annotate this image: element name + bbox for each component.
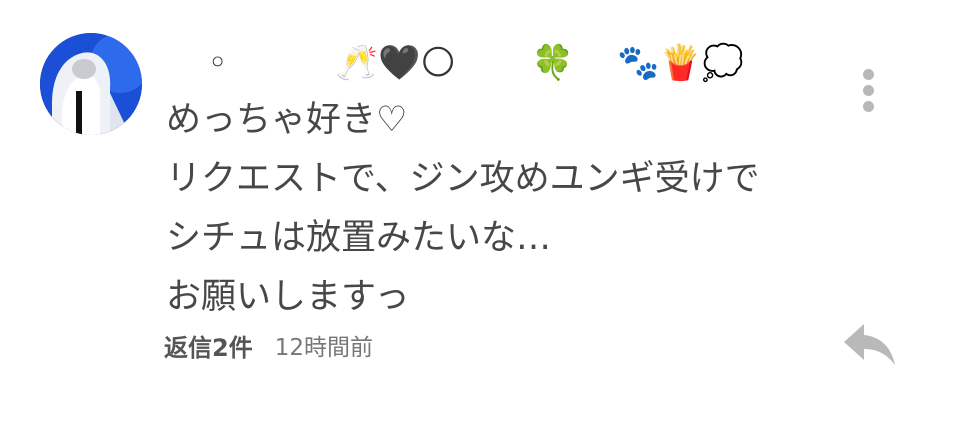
more-vertical-icon	[863, 69, 874, 80]
view-replies-link[interactable]: 返信2件	[164, 328, 253, 363]
comment-body: めっちゃ好き♡ リクエストで、ジン攻めユンギ受けで シチュは放置みたいな… お願…	[166, 98, 846, 334]
comment-text-line: お願いしますっ	[166, 277, 410, 317]
more-vertical-icon-dot-middle	[863, 85, 874, 96]
comment-footer: 返信2件 12時間前	[164, 327, 373, 363]
comment-text-line: リクエストで、ジン攻めユンギ受けで	[166, 159, 760, 199]
comment-text-line: めっちゃ好き♡	[166, 100, 408, 140]
username[interactable]: ◦ 🥂🖤🌕 🍀 🐾🍟💭	[186, 38, 744, 88]
more-options-button[interactable]	[856, 66, 882, 114]
comment-item: ◦ 🥂🖤🌕 🍀 🐾🍟💭 めっちゃ好き♡ リクエストで、ジン攻めユンギ受けで シチ…	[0, 0, 960, 426]
reply-arrow-icon	[844, 324, 895, 365]
timestamp: 12時間前	[274, 335, 373, 361]
more-vertical-icon-dot-bottom	[863, 101, 874, 112]
user-avatar[interactable]	[40, 33, 142, 135]
user-avatar-icon	[40, 33, 142, 135]
comment-text-line: シチュは放置みたいな…	[166, 218, 552, 258]
reply-button[interactable]	[840, 318, 900, 370]
